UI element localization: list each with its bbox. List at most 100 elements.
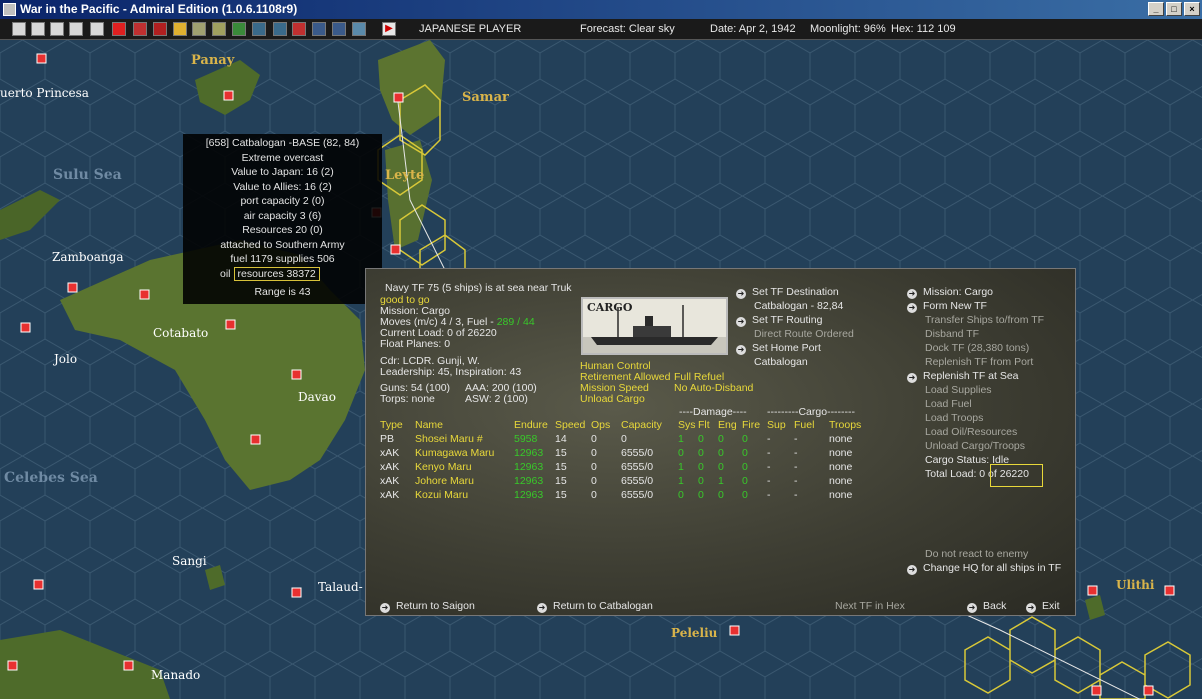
no-react-button[interactable]: Do not react to enemy xyxy=(925,548,1028,560)
form-new-tf-button[interactable]: ➜ Form New TF xyxy=(907,300,987,313)
ship-name[interactable]: Shosei Maru # xyxy=(415,432,514,446)
col-capacity[interactable]: Capacity xyxy=(621,418,678,432)
ship-fuel: - xyxy=(794,475,798,487)
unload-cargo-toggle[interactable]: Unload Cargo xyxy=(580,393,645,405)
ship-ops: 0 xyxy=(591,475,597,487)
tf-torps: Torps: none xyxy=(380,393,435,405)
col-speed[interactable]: Speed xyxy=(555,418,591,432)
map-label-sangi: Sangi xyxy=(172,554,207,568)
col-sys[interactable]: Sys xyxy=(678,418,698,432)
ship-troops: none xyxy=(829,475,853,487)
ship-type: xAK xyxy=(380,447,400,459)
ship-name[interactable]: Kozui Maru xyxy=(415,488,514,502)
auto-disband-toggle[interactable]: No Auto-Disband xyxy=(674,382,753,394)
arrow-icon: ➜ xyxy=(736,345,746,355)
col-sup[interactable]: Sup xyxy=(767,418,794,432)
load-troops-button[interactable]: Load Troops xyxy=(925,412,983,424)
ship-table: Type Name Endure Speed Ops Capacity Sys … xyxy=(380,418,874,502)
col-type[interactable]: Type xyxy=(380,418,415,432)
app-icon xyxy=(3,3,16,16)
return-catbalogan-label: Return to Catbalogan xyxy=(553,600,653,612)
ship-sup: - xyxy=(767,475,771,487)
ship-eng: 0 xyxy=(718,433,724,445)
col-endure[interactable]: Endure xyxy=(514,418,555,432)
set-home-port-button[interactable]: ➜ Set Home Port xyxy=(736,342,821,355)
col-fuel[interactable]: Fuel xyxy=(794,418,829,432)
ship-name[interactable]: Johore Maru xyxy=(415,474,514,488)
ship-name[interactable]: Kumagawa Maru xyxy=(415,446,514,460)
ship-flt: 0 xyxy=(698,433,704,445)
table-row[interactable]: xAK Johore Maru 12963 15 0 6555/0 1 0 1 … xyxy=(380,474,874,488)
col-ops[interactable]: Ops xyxy=(591,418,621,432)
maximize-button[interactable]: □ xyxy=(1166,2,1182,16)
col-troops[interactable]: Troops xyxy=(829,418,874,432)
table-row[interactable]: PB Shosei Maru # 5958 14 0 0 1 0 0 0 - -… xyxy=(380,432,874,446)
return-catbalogan-button[interactable]: ➜ Return to Catbalogan xyxy=(537,600,653,613)
ship-flt: 0 xyxy=(698,489,704,501)
next-tf-button[interactable]: Next TF in Hex xyxy=(835,600,905,612)
map-label-panay: Panay xyxy=(191,53,235,68)
close-button[interactable]: × xyxy=(1184,2,1200,16)
exit-label: Exit xyxy=(1042,600,1060,612)
title-bar: War in the Pacific - Admiral Edition (1.… xyxy=(0,0,1202,19)
arrow-icon: ➜ xyxy=(736,317,746,327)
ship-capacity: 6555/0 xyxy=(621,489,654,501)
map-label-samar: Samar xyxy=(462,90,509,105)
ship-troops: none xyxy=(829,461,853,473)
ship-troops: none xyxy=(829,489,853,501)
ship-speed: 15 xyxy=(555,461,567,473)
minimize-button[interactable]: _ xyxy=(1148,2,1164,16)
ship-fire: 0 xyxy=(742,475,748,487)
ship-speed: 15 xyxy=(555,489,567,501)
forecast-label: Forecast: Clear sky xyxy=(580,23,675,35)
transfer-ships-button[interactable]: Transfer Ships to/from TF xyxy=(925,314,1044,326)
set-routing-button[interactable]: ➜ Set TF Routing xyxy=(736,314,822,327)
arrow-icon: ➜ xyxy=(1026,603,1036,613)
col-fire[interactable]: Fire xyxy=(742,418,767,432)
ship-sup: - xyxy=(767,447,771,459)
map-label-jolo: Jolo xyxy=(54,352,78,366)
replenish-sea-button[interactable]: ➜ Replenish TF at Sea xyxy=(907,370,1019,383)
unload-button[interactable]: Unload Cargo/Troops xyxy=(925,440,1025,452)
set-destination-button[interactable]: ➜ Set TF Destination xyxy=(736,286,839,299)
col-eng[interactable]: Eng xyxy=(718,418,742,432)
task-force-panel: Navy TF 75 (5 ships) is at sea near Truk… xyxy=(365,268,1076,616)
load-fuel-button[interactable]: Load Fuel xyxy=(925,398,972,410)
cargo-ship-icon xyxy=(583,305,726,353)
return-saigon-button[interactable]: ➜ Return to Saigon xyxy=(380,600,475,613)
ship-fuel: - xyxy=(794,433,798,445)
ship-sys: 0 xyxy=(678,489,684,501)
ship-sup: - xyxy=(767,433,771,445)
destination-value: Catbalogan - 82,84 xyxy=(754,300,844,312)
table-row[interactable]: xAK Kenyo Maru 12963 15 0 6555/0 1 0 0 0… xyxy=(380,460,874,474)
load-oil-button[interactable]: Load Oil/Resources xyxy=(925,426,1017,438)
replenish-port-button[interactable]: Replenish TF from Port xyxy=(925,356,1033,368)
mission-button[interactable]: ➜ Mission: Cargo xyxy=(907,286,993,299)
map-label-leyte: Leyte xyxy=(385,168,425,183)
window-title: War in the Pacific - Admiral Edition (1.… xyxy=(20,2,298,16)
base-range: Range is 43 xyxy=(254,286,311,298)
cargo-group-header: ---------Cargo-------- xyxy=(767,406,856,418)
ship-troops: none xyxy=(829,433,853,445)
ship-name[interactable]: Kenyo Maru xyxy=(415,460,514,474)
dock-tf-button[interactable]: Dock TF (28,380 tons) xyxy=(925,342,1029,354)
ship-type: PB xyxy=(380,433,395,445)
table-row[interactable]: xAK Kozui Maru 12963 15 0 6555/0 0 0 0 0… xyxy=(380,488,874,502)
load-supplies-button[interactable]: Load Supplies xyxy=(925,384,992,396)
base-weather: Extreme overcast xyxy=(241,151,324,164)
replenish-sea-label: Replenish TF at Sea xyxy=(923,370,1019,382)
back-button[interactable]: ➜ Back xyxy=(967,600,1006,613)
return-saigon-label: Return to Saigon xyxy=(396,600,475,612)
map-label-zamboanga: Zamboanga xyxy=(52,250,124,264)
status-line: JAPANESE PLAYER Forecast: Clear sky Date… xyxy=(0,23,1202,39)
base-oil-row: oil resources 38372 xyxy=(183,266,382,282)
table-row[interactable]: xAK Kumagawa Maru 12963 15 0 6555/0 0 0 … xyxy=(380,446,874,460)
map-label-manado: Manado xyxy=(151,668,201,682)
change-hq-button[interactable]: ➜ Change HQ for all ships in TF xyxy=(907,562,1061,575)
col-flt[interactable]: Flt xyxy=(698,418,718,432)
col-name[interactable]: Name xyxy=(415,418,514,432)
ship-sys: 1 xyxy=(678,475,684,487)
disband-tf-button[interactable]: Disband TF xyxy=(925,328,979,340)
exit-button[interactable]: ➜ Exit xyxy=(1026,600,1060,613)
ship-eng: 0 xyxy=(718,461,724,473)
